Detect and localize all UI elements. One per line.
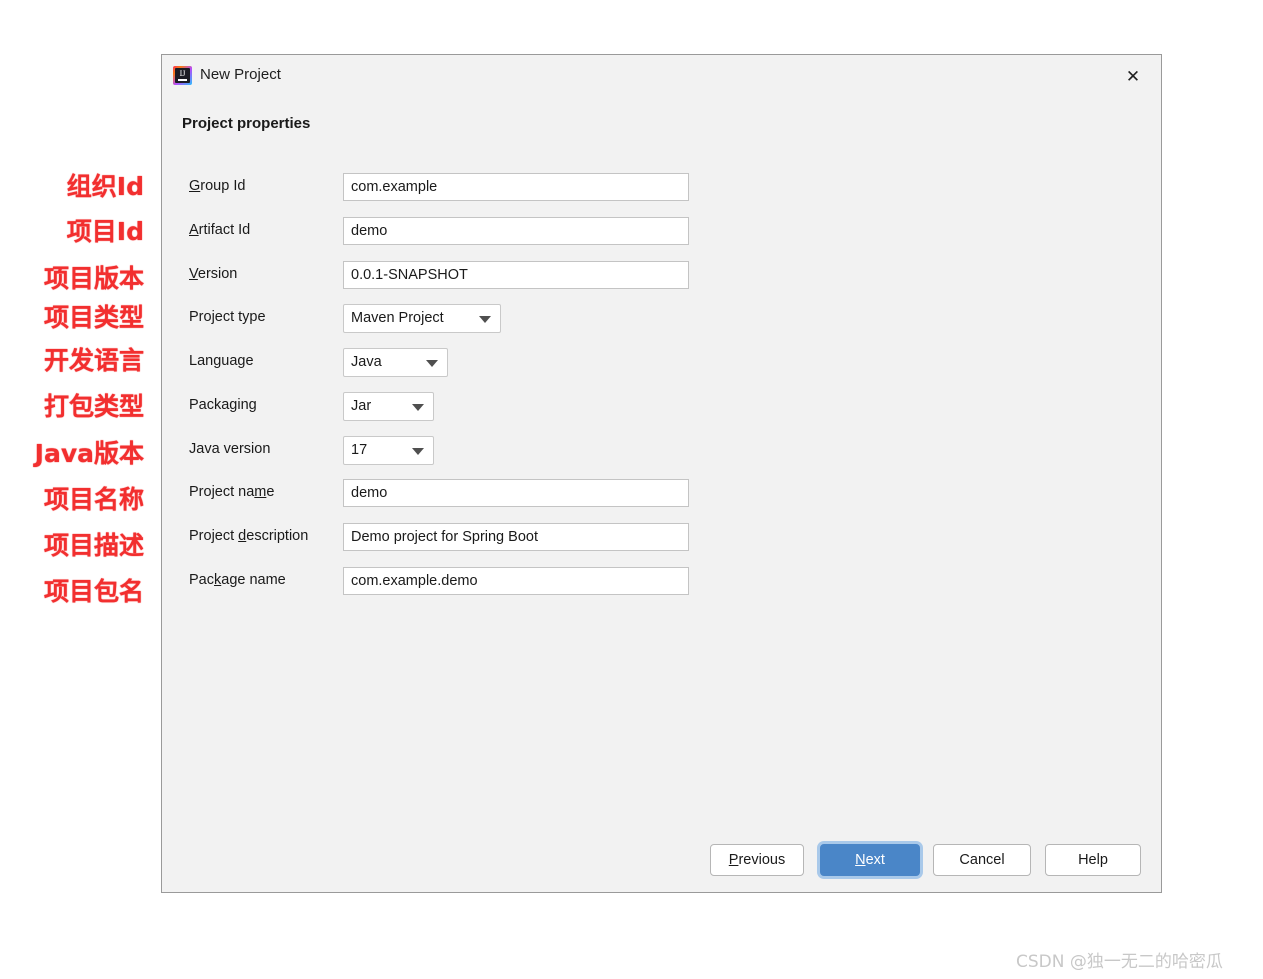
previous-button[interactable]: Previous <box>710 844 804 876</box>
label-packaging: Packaging <box>189 397 257 413</box>
input-group-id[interactable] <box>343 173 689 201</box>
form-row-package-name: Package name <box>162 567 1161 595</box>
intellij-idea-icon-letters: IJ <box>179 69 186 78</box>
label-project-description: Project description <box>189 528 309 544</box>
dropdown-value-language: Java <box>351 354 382 370</box>
annotation-language: 开发语言 <box>43 346 144 375</box>
form-row-version: Version <box>162 261 1161 289</box>
input-project-name[interactable] <box>343 479 689 507</box>
label-package-name: Package name <box>189 572 286 588</box>
annotation-packaging: 打包类型 <box>43 392 144 421</box>
dropdown-project-type[interactable]: Maven Project <box>343 304 501 333</box>
label-language: Language <box>189 353 254 369</box>
help-button[interactable]: Help <box>1045 844 1141 876</box>
form-row-group-id: Group Id <box>162 173 1161 201</box>
chevron-down-icon <box>412 448 424 455</box>
label-version: Version <box>189 266 238 282</box>
dropdown-packaging[interactable]: Jar <box>343 392 434 421</box>
annotation-artifact-id: 项目Id <box>66 217 144 246</box>
dialog-button-bar: Previous Next Cancel Help <box>710 844 1141 878</box>
new-project-dialog: IJ New Project ✕ Project properties Grou… <box>161 54 1162 893</box>
annotation-version: 项目版本 <box>43 264 144 293</box>
label-project-type: Project type <box>189 309 266 325</box>
chevron-down-icon <box>426 360 438 367</box>
annotation-project-name: 项目名称 <box>43 485 144 514</box>
form-row-language: Language Java <box>162 348 1161 377</box>
form-row-artifact-id: Artifact Id <box>162 217 1161 245</box>
form-row-project-name: Project name <box>162 479 1161 507</box>
dialog-title: New Project <box>200 66 281 83</box>
cancel-button[interactable]: Cancel <box>933 844 1031 876</box>
label-artifact-id: Artifact Id <box>189 222 251 238</box>
dropdown-java-version[interactable]: 17 <box>343 436 434 465</box>
form-row-packaging: Packaging Jar <box>162 392 1161 421</box>
dropdown-language[interactable]: Java <box>343 348 448 377</box>
dropdown-value-java-version: 17 <box>351 442 368 458</box>
section-title: Project properties <box>182 115 311 132</box>
intellij-idea-icon-bar <box>178 79 187 81</box>
annotation-java-version: Java版本 <box>34 439 144 468</box>
input-version[interactable] <box>343 261 689 289</box>
chevron-down-icon <box>479 316 491 323</box>
form-row-java-version: Java version 17 <box>162 436 1161 465</box>
close-icon[interactable]: ✕ <box>1121 65 1145 89</box>
form-row-project-type: Project type Maven Project <box>162 304 1161 333</box>
annotation-project-type: 项目类型 <box>43 303 144 332</box>
watermark: CSDN @独一无二的哈密瓜 <box>1016 952 1223 972</box>
form-row-project-description: Project description <box>162 523 1161 551</box>
annotation-package-name: 项目包名 <box>43 577 144 606</box>
dialog-titlebar: IJ New Project ✕ <box>162 55 1161 97</box>
input-package-name[interactable] <box>343 567 689 595</box>
dropdown-value-project-type: Maven Project <box>351 310 444 326</box>
annotation-project-description: 项目描述 <box>43 531 144 560</box>
dropdown-value-packaging: Jar <box>351 398 372 414</box>
intellij-idea-icon: IJ <box>173 66 192 85</box>
label-project-name: Project name <box>189 484 275 500</box>
label-java-version: Java version <box>189 441 271 457</box>
input-artifact-id[interactable] <box>343 217 689 245</box>
input-project-description[interactable] <box>343 523 689 551</box>
label-group-id: Group Id <box>189 178 246 194</box>
chevron-down-icon <box>412 404 424 411</box>
next-button[interactable]: Next <box>820 844 920 876</box>
annotation-group-id: 组织Id <box>66 172 144 201</box>
annotation-column: 组织Id 项目Id 项目版本项目类型开发语言打包类型 Java版本项目名称项目描述项目… <box>0 0 160 979</box>
